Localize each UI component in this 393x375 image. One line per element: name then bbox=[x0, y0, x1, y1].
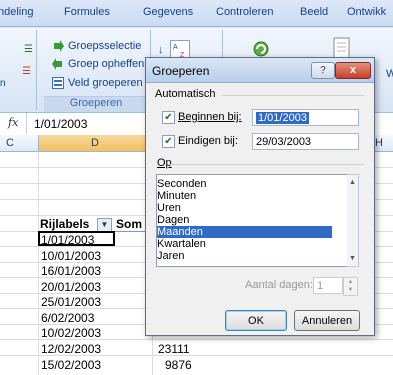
group-separator bbox=[36, 30, 37, 110]
partial-label-right: W bbox=[386, 68, 393, 80]
partial-label: n bbox=[0, 78, 6, 89]
group-label: Groeperen bbox=[44, 96, 148, 113]
group-show-icon[interactable]: ☰ bbox=[24, 44, 33, 55]
veld-groeperen-label: Veld groeperen bbox=[68, 77, 143, 89]
begin-checkbox[interactable]: ✔ bbox=[162, 111, 175, 124]
groep-opheffen-button[interactable]: Groep opheffen bbox=[52, 58, 144, 70]
formula-divider bbox=[26, 113, 27, 134]
sort-ascending-icon[interactable]: ↓ bbox=[158, 44, 164, 56]
end-checkbox[interactable]: ✔ bbox=[162, 135, 175, 148]
svg-text:A: A bbox=[173, 44, 178, 51]
listbox-scrollbar[interactable]: ▲ ▼ bbox=[347, 174, 359, 267]
gridline bbox=[38, 151, 39, 375]
column-header-h[interactable]: H bbox=[375, 137, 383, 149]
list-item-dagen[interactable]: Dagen bbox=[157, 214, 332, 226]
days-input: 1 bbox=[313, 277, 343, 294]
tab-controleren[interactable]: Controleren bbox=[216, 6, 273, 18]
groep-opheffen-label: Groep opheffen bbox=[68, 58, 145, 70]
automatisch-section-label: Automatisch bbox=[155, 88, 216, 100]
date-cell[interactable]: 15/02/2003 bbox=[41, 358, 101, 372]
help-button[interactable]: ? bbox=[311, 62, 335, 79]
column-header-c[interactable]: C bbox=[6, 137, 14, 149]
tab-formules[interactable]: Formules bbox=[64, 6, 110, 18]
tab-beeld[interactable]: Beeld bbox=[300, 6, 328, 18]
section-divider bbox=[222, 95, 364, 96]
row-labels-header[interactable]: Rijlabels bbox=[40, 217, 89, 231]
date-cell[interactable]: 10/01/2003 bbox=[41, 249, 101, 263]
scroll-up-icon[interactable]: ▲ bbox=[347, 177, 358, 188]
date-cell[interactable]: 25/01/2003 bbox=[41, 295, 101, 309]
date-cell[interactable]: 20/01/2003 bbox=[41, 280, 101, 294]
formula-input[interactable]: 1/01/2003 bbox=[34, 117, 87, 131]
groepsselectie-button[interactable]: Groepsselectie bbox=[52, 40, 141, 52]
date-cell[interactable]: 12/02/2003 bbox=[41, 342, 101, 356]
date-cell[interactable]: 6/02/2003 bbox=[41, 311, 94, 325]
refresh-icon[interactable] bbox=[252, 40, 270, 58]
end-label: Eindigen bij: bbox=[178, 135, 238, 147]
list-item-maanden[interactable]: Maanden bbox=[157, 226, 332, 238]
begin-label: Beginnen bij: bbox=[178, 111, 242, 123]
fx-icon[interactable]: fx bbox=[8, 116, 18, 129]
ok-button[interactable]: OK bbox=[225, 310, 287, 331]
arrow-right-icon bbox=[52, 40, 64, 52]
sum-header[interactable]: Som bbox=[116, 217, 142, 231]
end-input[interactable]: 29/03/2003 bbox=[252, 133, 359, 150]
list-item-kwartalen[interactable]: Kwartalen bbox=[157, 238, 332, 250]
section-divider bbox=[170, 164, 364, 165]
column-d-label: D bbox=[91, 137, 99, 149]
ribbon-tabs: ndeling Formules Gegevens Controleren Be… bbox=[0, 0, 393, 27]
list-item-uren[interactable]: Uren bbox=[157, 202, 332, 214]
groepsselectie-label: Groepsselectie bbox=[68, 40, 142, 52]
list-item-seconden[interactable]: Seconden bbox=[157, 178, 332, 190]
tab-gegevens[interactable]: Gegevens bbox=[143, 6, 193, 18]
cancel-button[interactable]: Annuleren bbox=[294, 310, 360, 331]
arrow-left-icon bbox=[52, 58, 64, 70]
scroll-down-icon[interactable]: ▼ bbox=[347, 253, 358, 264]
date-cell[interactable]: 10/02/2003 bbox=[41, 326, 101, 340]
tab-indeling[interactable]: ndeling bbox=[0, 6, 33, 18]
list-item-jaren[interactable]: Jaren bbox=[157, 250, 332, 262]
tab-ontwikkelaars[interactable]: Ontwikk bbox=[347, 6, 386, 18]
veld-groeperen-button[interactable]: Veld groeperen bbox=[52, 77, 143, 89]
list-item-minuten[interactable]: Minuten bbox=[157, 190, 332, 202]
close-button[interactable]: x bbox=[335, 62, 371, 79]
value-cell[interactable]: 23111 bbox=[158, 342, 190, 356]
dialog-title: Groeperen bbox=[152, 64, 210, 78]
value-cell[interactable]: 9876 bbox=[165, 358, 192, 372]
column-header-d[interactable]: D bbox=[38, 135, 154, 151]
days-spinner-icon: ▲ ▼ bbox=[343, 277, 358, 296]
op-section-label: Op bbox=[157, 157, 172, 169]
date-cell[interactable]: 16/01/2003 bbox=[41, 264, 101, 278]
row-labels-filter-button[interactable]: ▼ bbox=[97, 218, 112, 232]
field-group-icon bbox=[52, 77, 64, 89]
begin-value: 1/01/2003 bbox=[256, 112, 309, 124]
active-cell-border bbox=[38, 231, 115, 246]
begin-input[interactable]: 1/01/2003 bbox=[252, 109, 359, 126]
group-hide-icon[interactable]: ☰ bbox=[22, 66, 31, 77]
days-label: Aantal dagen: bbox=[245, 279, 313, 291]
groeperen-dialog: Groeperen ? x Automatisch ✔ Beginnen bij… bbox=[145, 57, 375, 336]
